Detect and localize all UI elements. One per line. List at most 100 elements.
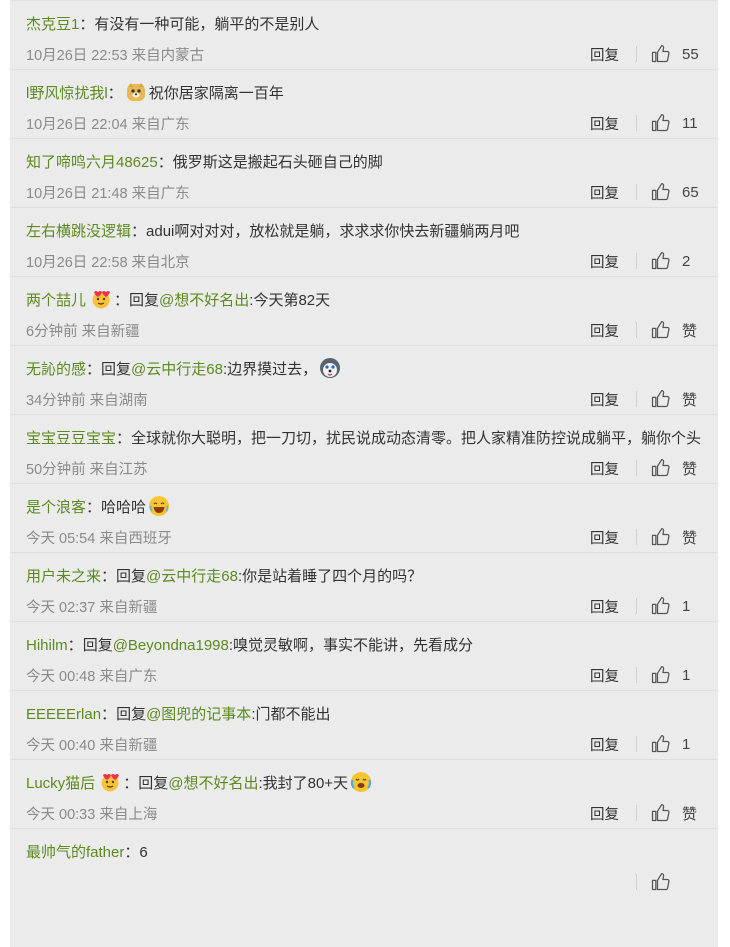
comment-body: :你是站着睡了四个月的吗？ [237, 568, 423, 585]
comment-meta-row: 10月26日 21:48 来自广东 回复 65 [26, 177, 702, 207]
mention-link[interactable]: @想不好名出 [168, 775, 258, 792]
like-count: 65 [682, 183, 699, 201]
comment-location: 来自上海 [99, 806, 158, 823]
comment-username[interactable]: 杰克豆1 [26, 16, 79, 33]
reply-button[interactable]: 回复 [590, 458, 619, 479]
comment-time: 今天 00:48 [26, 668, 96, 685]
thumbs-up-icon[interactable] [650, 113, 670, 133]
action-divider [636, 529, 637, 545]
comment-username[interactable]: 两个喆儿 [26, 292, 86, 309]
comment-actions: 回复 1 [590, 660, 702, 690]
thumbs-up-icon[interactable] [650, 320, 670, 340]
comment-location: 来自新疆 [99, 599, 158, 616]
thumbs-up-icon[interactable] [650, 182, 670, 202]
comment-text-line: 知了啼鸣六月48625：俄罗斯这是搬起石头砸自己的脚 [26, 149, 702, 177]
comment-colon: ： [79, 16, 95, 33]
comment-time: 今天 00:40 [26, 737, 96, 754]
thumbs-up-icon[interactable] [650, 734, 670, 754]
comment-colon: ： [101, 568, 117, 585]
comment-text-line: 最帅气的father：6 [26, 839, 702, 867]
comment-location: 来自广东 [99, 668, 158, 685]
like-count: 赞 [682, 460, 698, 478]
comment-username[interactable]: 左右横跳没逻辑 [26, 223, 131, 240]
comment-username[interactable]: EEEEErlan [26, 706, 101, 723]
reply-button[interactable]: 回复 [590, 44, 619, 65]
reply-button[interactable]: 回复 [590, 596, 619, 617]
reply-button[interactable]: 回复 [590, 803, 619, 824]
comment-text-line: 是个浪客：哈哈哈 [26, 494, 702, 522]
comment-username[interactable]: Hihilm [26, 637, 68, 654]
thumbs-up-icon[interactable] [650, 872, 670, 892]
like-count: 赞 [682, 391, 698, 409]
like-count: 赞 [682, 529, 698, 547]
comment-actions: 回复 65 [590, 177, 702, 207]
reply-button[interactable]: 回复 [590, 113, 619, 134]
thumbs-up-icon[interactable] [650, 665, 670, 685]
comment-body: 哈哈哈 [101, 499, 147, 516]
comment-time-location: 10月26日 22:53 来自内蒙古 [26, 44, 204, 65]
thumbs-up-icon[interactable] [650, 389, 670, 409]
comment-colon: ： [101, 706, 117, 723]
thumbs-up-icon[interactable] [650, 527, 670, 547]
comment-body: :我封了80+天 [258, 775, 349, 792]
mention-link[interactable]: @云中行走68 [146, 568, 238, 585]
comment-list: 杰克豆1：有没有一种可能，躺平的不是别人 10月26日 22:53 来自内蒙古 回复… [10, 0, 718, 947]
comment-item: EEEEErlan：回复@图兜的记事本:门都不能出 今天 00:40 来自新疆 回复… [10, 690, 718, 759]
like-count: 赞 [682, 322, 698, 340]
reply-button[interactable]: 回复 [590, 665, 619, 686]
thumbs-up-icon[interactable] [650, 458, 670, 478]
thumbs-up-icon[interactable] [650, 251, 670, 271]
action-divider [636, 253, 637, 269]
mention-link[interactable]: @想不好名出 [159, 292, 249, 309]
comment-actions: 回复 11 [590, 108, 702, 138]
heart-badge-emoji [92, 291, 111, 309]
comment-time-location: 今天 05:54 来自西班牙 [26, 527, 172, 548]
comment-colon: ： [157, 154, 173, 171]
comment-actions: 回复 赞 [590, 453, 702, 483]
comment-username[interactable]: 最帅气的father [26, 844, 124, 861]
comment-item: Lucky猫后 ：回复@想不好名出:我封了80+天 今天 00:33 来自上海 回复赞 [10, 759, 718, 828]
reply-button[interactable]: 回复 [590, 251, 619, 272]
comment-item: 无訫的感：回复@云中行走68:边界摸过去， 34分钟前 来自湖南 回复赞 [10, 345, 718, 414]
comment-time: 10月26日 22:58 [26, 254, 128, 271]
comment-time-location: 34分钟前 来自湖南 [26, 389, 148, 410]
reply-button[interactable]: 回复 [590, 320, 619, 341]
reply-button[interactable]: 回复 [590, 389, 619, 410]
laugh-emoji [149, 496, 170, 516]
reply-button[interactable]: 回复 [590, 734, 619, 755]
comment-username[interactable]: 是个浪客 [26, 499, 86, 516]
comment-item: 是个浪客：哈哈哈今天 05:54 来自西班牙 回复 赞 [10, 483, 718, 552]
husky-emoji [320, 358, 341, 378]
comment-username[interactable]: 无訫的感 [26, 361, 86, 378]
thumbs-up-icon[interactable] [650, 596, 670, 616]
reply-prefix: 回复 [129, 292, 160, 309]
comment-body: 6 [139, 844, 148, 861]
like-count: 11 [682, 114, 698, 132]
comment-text-line: 两个喆儿 ：回复@想不好名出:今天第82天 [26, 287, 702, 315]
comment-username[interactable]: Lucky猫后 [26, 775, 95, 792]
comment-time-location: 今天 00:40 来自新疆 [26, 734, 157, 755]
comment-username[interactable]: 宝宝豆豆宝宝 [26, 430, 116, 447]
comment-username[interactable]: 用户未之来 [26, 568, 101, 585]
comment-text-line: 宝宝豆豆宝宝：全球就你大聪明，把一刀切，扰民说成动态清零。把人家精准防控说成躺平… [26, 425, 702, 453]
mention-link[interactable]: @Beyondna1998 [113, 637, 229, 654]
reply-button[interactable]: 回复 [590, 182, 619, 203]
action-divider [636, 598, 637, 614]
comment-colon: ： [107, 85, 123, 102]
comment-time: 今天 00:33 [26, 806, 96, 823]
comment-username[interactable]: 知了啼鸣六月48625 [26, 154, 158, 171]
comment-actions: 回复 赞 [590, 384, 702, 414]
comment-colon: ： [86, 361, 102, 378]
action-divider [636, 391, 637, 407]
comment-username[interactable]: l野风惊扰我l [26, 85, 108, 102]
thumbs-up-icon[interactable] [650, 803, 670, 823]
comment-location: 来自北京 [131, 254, 190, 271]
comment-colon: ： [124, 844, 140, 861]
mention-link[interactable]: @图兜的记事本 [146, 706, 251, 723]
mention-link[interactable]: @云中行走68 [131, 361, 223, 378]
thumbs-up-icon[interactable] [650, 44, 670, 64]
reply-prefix: 回复 [116, 568, 147, 585]
comment-colon: ： [116, 430, 132, 447]
reply-button[interactable]: 回复 [590, 527, 619, 548]
comment-location: 来自新疆 [81, 323, 140, 340]
